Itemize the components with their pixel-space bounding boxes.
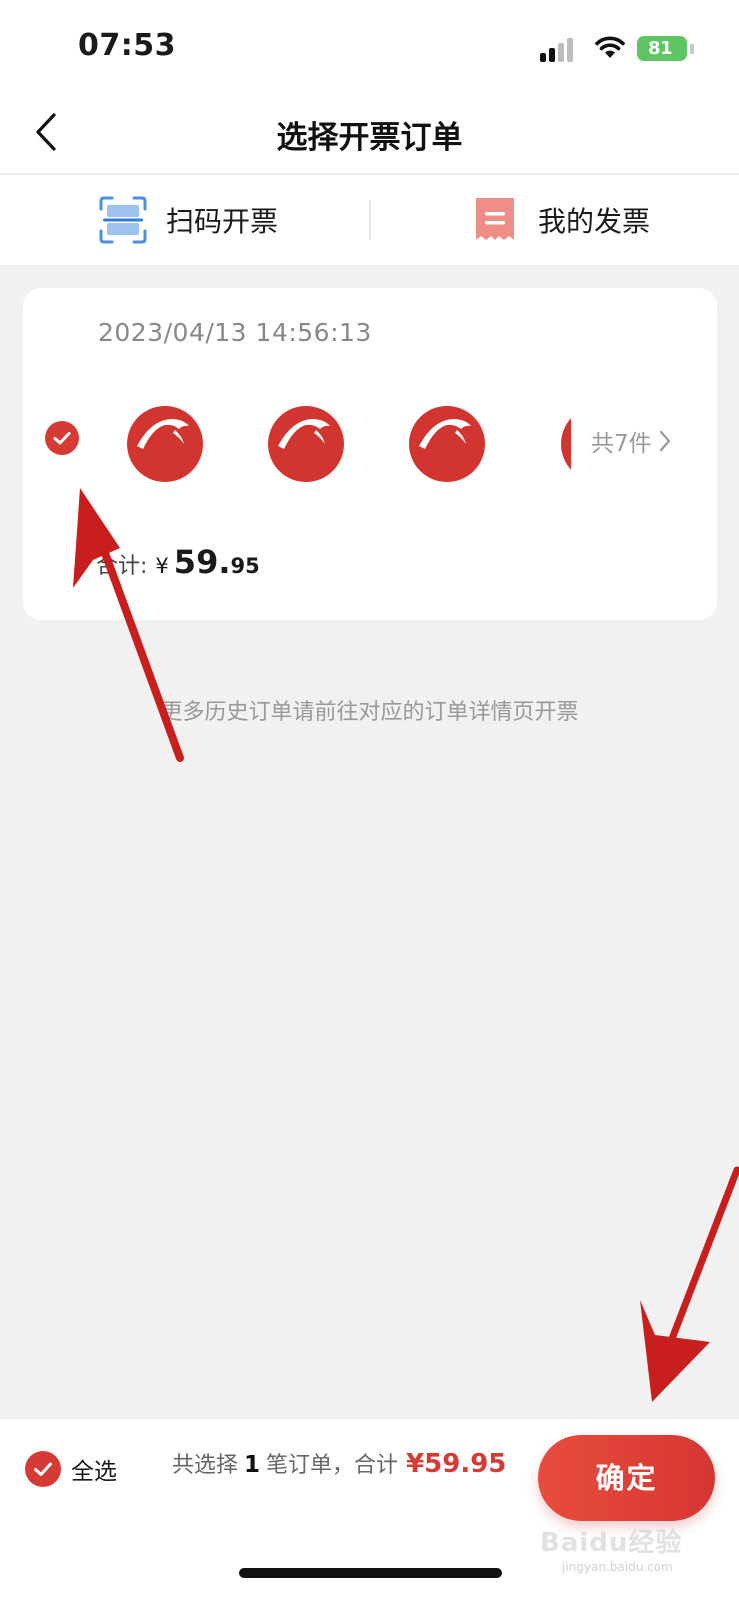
selection-summary: 共选择 1 笔订单，合计 ¥59.95 [172, 1447, 506, 1479]
order-checkbox[interactable] [45, 421, 79, 455]
watermark-logo: Baidu经验 [540, 1528, 683, 1558]
page-title: 选择开票订单 [276, 120, 463, 156]
annotation-arrow-line [656, 1166, 739, 1374]
product-thumbnail [409, 406, 485, 482]
tool-divider [369, 200, 371, 240]
total-integer: 59. [173, 543, 231, 581]
product-logo-icon [137, 419, 189, 449]
my-invoices-button[interactable]: 我的发票 [470, 175, 650, 265]
summary-suffix: 笔订单，合计 [266, 1453, 399, 1478]
watermark-url: jingyan.baidu.com [562, 1560, 673, 1574]
my-invoices-label: 我的发票 [538, 205, 651, 238]
select-all-checkbox[interactable] [25, 1451, 61, 1487]
checkmark-icon [34, 1462, 52, 1476]
cellular-signal-icon [540, 36, 580, 62]
total-label: 合计: [96, 554, 148, 579]
product-thumbnail [268, 406, 344, 482]
product-thumbnail [561, 406, 571, 472]
items-count-label: 共7件 [591, 431, 652, 457]
summary-prefix: 共选择 [172, 1453, 239, 1478]
scan-invoice-label: 扫码开票 [166, 205, 279, 238]
product-logo-icon [278, 419, 330, 449]
scan-invoice-button[interactable]: 扫码开票 [98, 175, 278, 265]
status-bar: 07:53 81 [0, 0, 739, 90]
confirm-button[interactable]: 确定 [538, 1435, 715, 1521]
history-hint: 更多历史订单请前往对应的订单详情页开票 [160, 700, 579, 725]
summary-count: 1 [244, 1452, 261, 1478]
select-all-label: 全选 [71, 1459, 117, 1485]
annotation-arrowhead [640, 1300, 710, 1402]
battery-icon: 81 [637, 36, 687, 61]
chevron-right-icon [659, 430, 670, 452]
total-currency: ¥ [155, 554, 169, 578]
select-all-toggle[interactable]: 全选 [25, 1451, 117, 1487]
order-date: 2023/04/13 14:56:13 [98, 318, 372, 347]
battery-cap [690, 44, 694, 54]
invoice-tools: 扫码开票 我的发票 [0, 175, 739, 265]
total-decimal: 95 [230, 554, 260, 578]
status-time: 07:53 [78, 28, 176, 63]
checkmark-icon [53, 432, 71, 445]
scan-icon [99, 196, 147, 244]
nav-bar: 选择开票订单 [0, 90, 739, 174]
battery-level: 81 [647, 38, 673, 59]
summary-amount: ¥59.95 [406, 1449, 507, 1479]
wifi-icon [595, 36, 625, 58]
home-indicator[interactable] [239, 1568, 502, 1578]
product-logo-icon [419, 419, 471, 449]
invoice-icon [476, 198, 514, 240]
product-thumbnail-partial [561, 406, 571, 472]
order-total: 合计: ¥ 59. 95 [96, 543, 260, 581]
order-card[interactable]: 2023/04/13 14:56:13 共7件 合计: ¥ 59. 95 [23, 288, 717, 620]
product-thumbnail [127, 406, 203, 482]
items-count-link[interactable]: 共7件 [591, 424, 672, 458]
